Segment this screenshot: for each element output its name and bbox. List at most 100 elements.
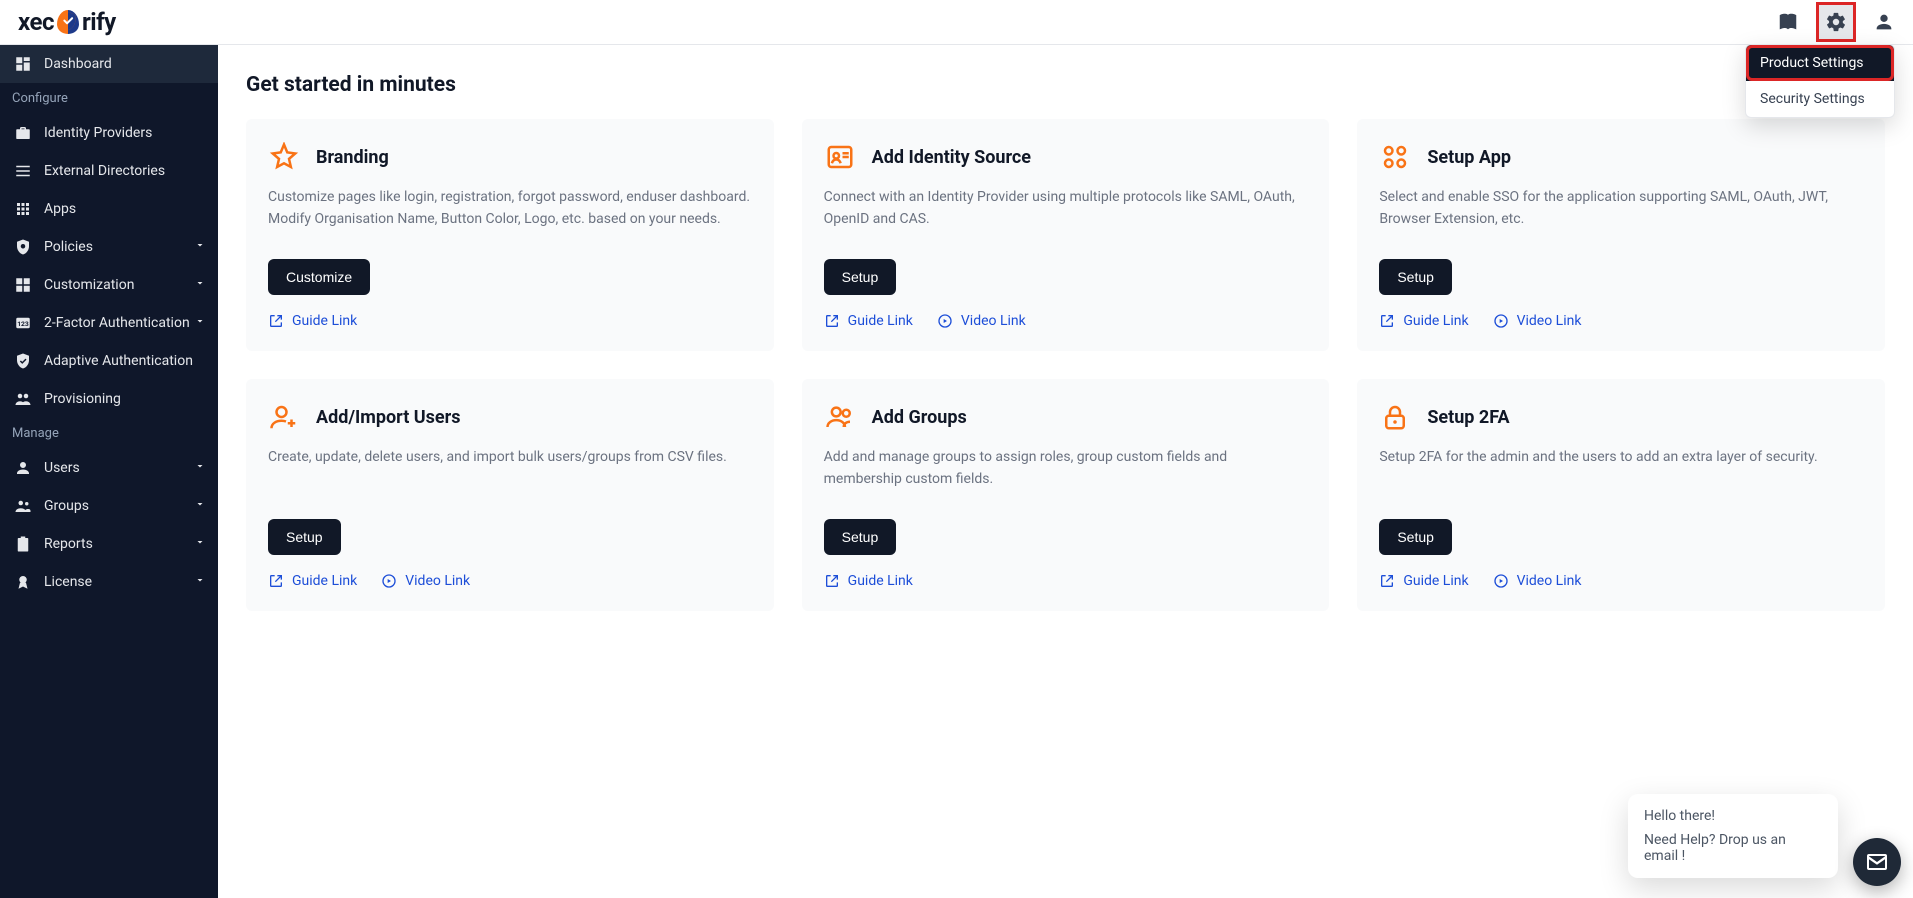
sidebar-item-label: 2-Factor Authentication xyxy=(44,315,190,331)
setup-button[interactable]: Setup xyxy=(1379,259,1452,295)
sidebar-section-manage: Manage xyxy=(0,418,218,449)
shield-icon xyxy=(57,10,79,34)
video-link[interactable]: Video Link xyxy=(1493,573,1582,589)
gear-icon xyxy=(1825,11,1847,33)
card-description: Connect with an Identity Provider using … xyxy=(824,187,1308,241)
clipboard-icon xyxy=(14,535,32,553)
sidebar-item-label: Identity Providers xyxy=(44,125,152,141)
sidebar-item-apps[interactable]: Apps xyxy=(0,190,218,228)
card-title: Setup App xyxy=(1427,147,1511,168)
guide-link[interactable]: Guide Link xyxy=(824,313,913,329)
sidebar-item-external-directories[interactable]: External Directories xyxy=(0,152,218,190)
guide-link[interactable]: Guide Link xyxy=(268,313,357,329)
setup-button[interactable]: Setup xyxy=(268,519,341,555)
customize-button[interactable]: Customize xyxy=(268,259,370,295)
card-add-identity-source: Add Identity Source Connect with an Ident… xyxy=(802,119,1330,351)
card-links: Guide Link Video Link xyxy=(1379,573,1863,589)
sidebar-item-label: Reports xyxy=(44,536,93,552)
card-links: Guide Link Video Link xyxy=(268,573,752,589)
sidebar-item-users[interactable]: Users xyxy=(0,449,218,487)
brand-logo: xec rify xyxy=(10,8,116,36)
setup-button[interactable]: Setup xyxy=(824,519,897,555)
group-icon xyxy=(824,401,856,433)
sidebar-item-identity-providers[interactable]: Identity Providers xyxy=(0,114,218,152)
chevron-down-icon xyxy=(194,536,206,552)
brand-text-right: rify xyxy=(82,8,116,36)
card-setup-2fa: Setup 2FA Setup 2FA for the admin and the… xyxy=(1357,379,1885,611)
sidebar-item-label: Customization xyxy=(44,277,134,293)
sidebar-item-policies[interactable]: Policies xyxy=(0,228,218,266)
id-icon xyxy=(824,141,856,173)
card-description: Setup 2FA for the admin and the users to… xyxy=(1379,447,1863,501)
card-title: Setup 2FA xyxy=(1427,407,1509,428)
top-bar: xec rify xyxy=(0,0,1913,45)
guide-link-label: Guide Link xyxy=(1403,573,1468,589)
card-title: Add Identity Source xyxy=(872,147,1031,168)
apps-icon xyxy=(1379,141,1411,173)
sidebar-item-groups[interactable]: Groups xyxy=(0,487,218,525)
customize-icon xyxy=(14,276,32,294)
sidebar-item-provisioning[interactable]: Provisioning xyxy=(0,380,218,418)
card-title: Add/Import Users xyxy=(316,407,460,428)
guide-link[interactable]: Guide Link xyxy=(1379,313,1468,329)
video-link-label: Video Link xyxy=(405,573,470,589)
settings-dropdown: Product Settings Security Settings xyxy=(1745,44,1895,118)
user-icon xyxy=(14,459,32,477)
menu-item-product-settings[interactable]: Product Settings xyxy=(1746,45,1894,81)
top-actions xyxy=(1769,3,1903,41)
video-link-label: Video Link xyxy=(1517,573,1582,589)
video-link-label: Video Link xyxy=(961,313,1026,329)
guide-link-label: Guide Link xyxy=(1403,313,1468,329)
sidebar-item-reports[interactable]: Reports xyxy=(0,525,218,563)
video-link[interactable]: Video Link xyxy=(381,573,470,589)
settings-button[interactable] xyxy=(1817,3,1855,41)
chat-button[interactable] xyxy=(1853,838,1901,886)
guide-link[interactable]: Guide Link xyxy=(824,573,913,589)
chevron-down-icon xyxy=(194,498,206,514)
card-setup-app: Setup App Select and enable SSO for the a… xyxy=(1357,119,1885,351)
guide-link[interactable]: Guide Link xyxy=(268,573,357,589)
chevron-down-icon xyxy=(194,315,206,331)
main-content: Get started in minutes BrandingCustomize… xyxy=(218,45,1913,898)
card-links: Guide Link xyxy=(268,313,752,329)
sidebar-item-label: Policies xyxy=(44,239,93,255)
video-link[interactable]: Video Link xyxy=(1493,313,1582,329)
chat-line-2: Need Help? Drop us an email ! xyxy=(1644,832,1822,864)
menu-item-security-settings[interactable]: Security Settings xyxy=(1746,81,1894,117)
grid-icon xyxy=(14,200,32,218)
sidebar-item-label: Groups xyxy=(44,498,89,514)
group-icon xyxy=(14,497,32,515)
card-description: Add and manage groups to assign roles, g… xyxy=(824,447,1308,501)
star-icon xyxy=(268,141,300,173)
setup-button[interactable]: Setup xyxy=(824,259,897,295)
people-sync-icon xyxy=(14,390,32,408)
guide-link-label: Guide Link xyxy=(292,313,357,329)
sidebar-item-dashboard[interactable]: Dashboard xyxy=(0,45,218,83)
card-title: Branding xyxy=(316,147,389,168)
card-branding: BrandingCustomize pages like login, regi… xyxy=(246,119,774,351)
card-description: Create, update, delete users, and import… xyxy=(268,447,752,501)
chevron-down-icon xyxy=(194,460,206,476)
sidebar-item-label: Adaptive Authentication xyxy=(44,353,193,369)
sidebar-item-label: Apps xyxy=(44,201,76,217)
account-button[interactable] xyxy=(1865,3,1903,41)
guide-link[interactable]: Guide Link xyxy=(1379,573,1468,589)
sidebar-item-license[interactable]: License xyxy=(0,563,218,601)
docs-button[interactable] xyxy=(1769,3,1807,41)
sidebar-item-customization[interactable]: Customization xyxy=(0,266,218,304)
video-link[interactable]: Video Link xyxy=(937,313,1026,329)
chevron-down-icon xyxy=(194,574,206,590)
shield-check-icon xyxy=(14,352,32,370)
list-icon xyxy=(14,162,32,180)
sidebar: Dashboard Configure Identity Providers E… xyxy=(0,45,218,898)
card-links: Guide Link Video Link xyxy=(1379,313,1863,329)
badge-icon xyxy=(14,573,32,591)
card-title: Add Groups xyxy=(872,407,967,428)
briefcase-icon xyxy=(14,124,32,142)
card-add-groups: Add Groups Add and manage groups to assig… xyxy=(802,379,1330,611)
card-description: Select and enable SSO for the applicatio… xyxy=(1379,187,1863,241)
sidebar-item-adaptive-auth[interactable]: Adaptive Authentication xyxy=(0,342,218,380)
video-link-label: Video Link xyxy=(1517,313,1582,329)
setup-button[interactable]: Setup xyxy=(1379,519,1452,555)
sidebar-item-2fa[interactable]: 123 2-Factor Authentication xyxy=(0,304,218,342)
